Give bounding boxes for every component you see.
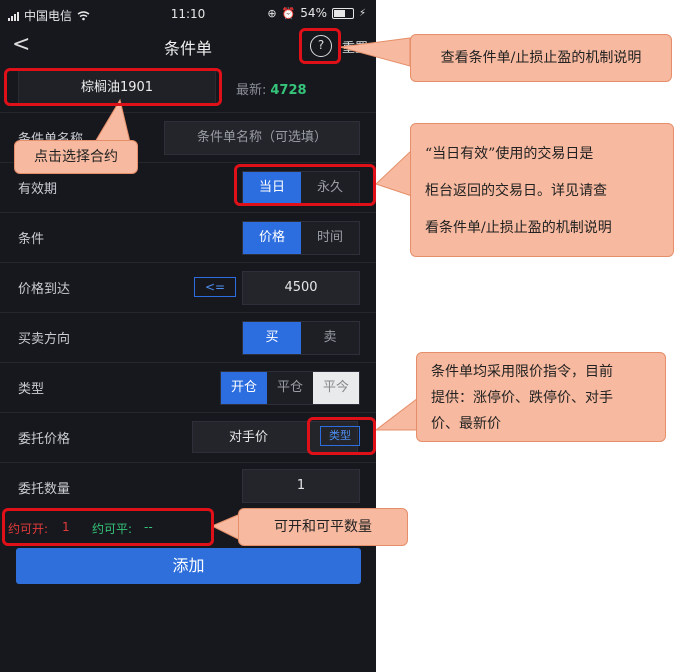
highlight-validity [234, 164, 376, 206]
callout-help: 查看条件单/止损止盈的机制说明 [410, 34, 672, 82]
callout-quantity: 可开和可平数量 [238, 508, 408, 546]
highlight-availability [2, 508, 214, 546]
highlight-help [299, 28, 341, 64]
callout-validity-line: 柜台返回的交易日。详见请查 [425, 183, 607, 199]
callout-order-price-line: 提供：涨停价、跌停价、对手 [431, 390, 613, 406]
pointer-quantity [210, 513, 241, 541]
highlight-contract [4, 68, 222, 106]
pointer-help [339, 37, 411, 67]
highlight-price-type [307, 417, 376, 455]
callout-order-price-line: 条件单均采用限价指令，目前 [431, 364, 613, 380]
callout-validity-line: “当日有效”使用的交易日是 [425, 146, 594, 162]
callout-contract: 点击选择合约 [14, 140, 138, 174]
callout-validity-line: 看条件单/止损止盈的机制说明 [425, 220, 612, 236]
pointer-validity [375, 148, 413, 197]
callout-validity: “当日有效”使用的交易日是 柜台返回的交易日。详见请查 看条件单/止损止盈的机制… [410, 123, 674, 257]
pointer-contract [94, 98, 131, 143]
callout-order-price-line: 价、最新价 [431, 416, 501, 432]
callout-order-price: 条件单均采用限价指令，目前 提供：涨停价、跌停价、对手 价、最新价 [416, 352, 666, 442]
pointer-order-price [374, 396, 419, 431]
